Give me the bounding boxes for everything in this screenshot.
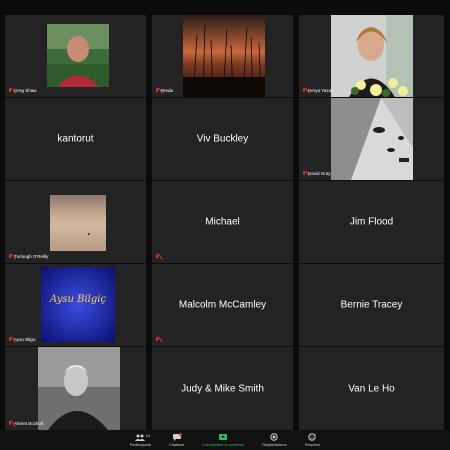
participants-count: 61 [146,433,151,438]
video-tile-bernie-tracey[interactable]: Bernie Tracey [299,264,444,346]
record-icon [270,433,279,441]
share-screen-button[interactable]: Condividere lo schermo [202,433,244,447]
participants-button[interactable]: 61 Partecipanti [130,433,151,447]
participant-label [155,336,159,344]
people-icon [135,434,146,441]
reactions-button[interactable]: + Reazioni [305,433,321,447]
video-tile-aysu-bilgic[interactable]: Aysu Bilgiç Aysu Bilgic [5,264,146,346]
video-tile-kantorut[interactable]: kantorut [5,98,146,180]
participant-label: Breda [155,87,173,95]
mic-muted-icon [155,254,159,260]
video-tile-breda[interactable]: Breda [152,15,293,97]
participant-label [155,253,159,261]
mic-muted-icon [8,337,12,343]
mic-muted-icon [155,88,159,94]
share-screen-label: Condividere lo schermo [202,442,245,447]
participant-name-display: Malcolm McCamley [178,299,267,311]
participant-label: Aysu Bilgic [8,336,36,344]
mic-muted-icon [8,254,12,260]
mic-muted-icon [8,421,12,427]
profile-logo-text: Aysu Bilgiç [49,294,107,305]
chat-label: Chattare [168,442,185,447]
chat-button[interactable]: Chattare [169,433,184,447]
video-tile-malcolm-mccamley[interactable]: Malcolm McCamley [152,264,293,346]
participant-label: Derya Yazar [302,87,333,95]
mic-muted-icon [302,171,306,177]
video-tile-viv-buckley[interactable]: Viv Buckley [152,98,293,180]
participant-label: Ahmet Bozkurt [8,420,44,428]
participant-photo [331,98,413,180]
reactions-label: Reazioni [304,442,321,447]
participant-name-display: Viv Buckley [196,133,249,145]
participant-label: Turlough O'Reilly [8,253,48,261]
gallery-grid: Greg Shaw Breda Derya Yazar kantorut Viv… [0,14,450,430]
video-tile-jim-flood[interactable]: Jim Flood [299,181,444,263]
video-tile-van-le-ho[interactable]: Van Le Ho [299,347,444,430]
meeting-toolbar: 61 Partecipanti Chattare Condividere lo … [0,430,450,450]
participant-name-display: Jim Flood [349,216,394,228]
participant-label: David Gray [302,170,331,178]
video-tile-ahmet-bozkurt[interactable]: Ahmet Bozkurt [5,347,146,430]
svg-text:+: + [315,433,317,437]
smiley-icon: + [308,433,317,441]
participant-name-display: Judy & Mike Smith [181,383,264,394]
participant-name-display: kantorut [57,133,94,145]
chat-icon [172,433,182,441]
top-bar [0,0,450,14]
participant-photo [50,195,106,251]
share-screen-icon [219,434,228,440]
video-tile-derya-yazar[interactable]: Derya Yazar [299,15,444,97]
record-label: Registrazione [262,442,287,447]
participant-photo [331,15,413,97]
video-tile-greg-shaw[interactable]: Greg Shaw [5,15,146,97]
mic-muted-icon [8,88,12,94]
video-tile-turlough-oreilly[interactable]: Turlough O'Reilly [5,181,146,263]
mic-muted-icon [302,88,306,94]
participant-label: Greg Shaw [8,87,37,95]
record-button[interactable]: Registrazione [262,433,287,447]
participant-photo [47,24,109,87]
participant-name-display: Van Le Ho [348,383,395,394]
participants-label: Partecipanti [129,442,151,447]
mic-muted-icon [155,337,159,343]
participant-name-display: Bernie Tracey [340,299,403,311]
video-tile-judy-mike-smith[interactable]: Judy & Mike Smith [152,347,293,430]
participant-photo [183,15,265,97]
participant-name-display: Michael [205,216,240,228]
participant-photo [38,347,120,430]
video-tile-david-gray[interactable]: David Gray [299,98,444,180]
video-tile-michael[interactable]: Michael [152,181,293,263]
